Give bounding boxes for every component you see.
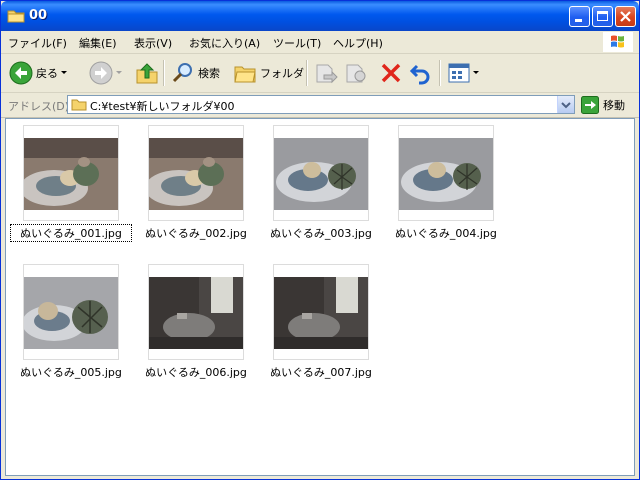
search-icon xyxy=(172,63,192,83)
explorer-window: 00 ファイル(F) 編集(E) 表示(V) お気に入り(A) ツール(T) ヘ… xyxy=(0,0,640,480)
back-button[interactable]: 戻る xyxy=(9,59,70,87)
menu-bar: ファイル(F) 編集(E) 表示(V) お気に入り(A) ツール(T) ヘルプ(… xyxy=(1,31,639,54)
up-folder-icon xyxy=(136,63,158,84)
go-arrow-icon xyxy=(581,96,599,114)
go-button[interactable]: 移動 xyxy=(581,96,625,114)
chevron-down-icon[interactable] xyxy=(113,61,125,85)
image-thumbnail[interactable] xyxy=(273,264,369,360)
folders-button[interactable]: フォルダ xyxy=(233,59,304,87)
undo-button[interactable] xyxy=(409,59,433,87)
toolbar-separator xyxy=(163,60,165,86)
menu-file[interactable]: ファイル(F) xyxy=(8,35,67,51)
window-title: 00 xyxy=(29,8,48,23)
up-folder-button[interactable] xyxy=(135,59,159,87)
file-item[interactable]: ぬいぐるみ_004.jpg xyxy=(386,125,497,255)
menu-edit[interactable]: 編集(E) xyxy=(79,35,117,51)
file-item[interactable]: ぬいぐるみ_003.jpg xyxy=(261,125,372,255)
toolbar: 戻る 検索 フォルダ xyxy=(1,54,639,93)
toolbar-separator xyxy=(439,60,441,86)
file-name[interactable]: ぬいぐるみ_001.jpg xyxy=(10,224,132,242)
menu-help[interactable]: ヘルプ(H) xyxy=(333,35,383,51)
copy-to-icon xyxy=(346,64,366,83)
delete-button[interactable] xyxy=(379,59,403,87)
copy-to-button[interactable] xyxy=(344,59,368,87)
image-thumbnail[interactable] xyxy=(148,125,244,221)
forward-arrow-icon xyxy=(89,61,113,85)
chevron-down-icon[interactable] xyxy=(58,61,70,85)
address-bar: アドレス(D) C:¥test¥新しいフォルダ¥00 移動 xyxy=(1,93,639,118)
move-to-icon xyxy=(316,64,338,84)
maximize-button[interactable] xyxy=(592,6,613,27)
title-bar[interactable]: 00 xyxy=(1,1,639,31)
folder-icon xyxy=(7,10,25,23)
folder-icon xyxy=(71,99,87,111)
file-item[interactable]: ぬいぐるみ_007.jpg xyxy=(261,264,372,394)
folder-icon xyxy=(234,66,256,83)
file-name[interactable]: ぬいぐるみ_006.jpg xyxy=(136,364,256,380)
back-label: 戻る xyxy=(36,67,58,80)
menu-tools[interactable]: ツール(T) xyxy=(273,35,321,51)
toolbar-separator xyxy=(306,60,308,86)
chevron-down-icon[interactable] xyxy=(471,61,481,85)
address-input[interactable]: C:¥test¥新しいフォルダ¥00 xyxy=(67,95,575,114)
file-name[interactable]: ぬいぐるみ_007.jpg xyxy=(261,364,381,380)
views-icon xyxy=(448,63,470,83)
maximize-icon xyxy=(597,11,608,21)
close-icon xyxy=(620,11,631,22)
chevron-down-icon xyxy=(561,102,571,109)
image-thumbnail[interactable] xyxy=(273,125,369,221)
address-label: アドレス(D) xyxy=(8,100,70,113)
image-thumbnail[interactable] xyxy=(23,264,119,360)
image-thumbnail[interactable] xyxy=(23,125,119,221)
search-label: 検索 xyxy=(198,67,220,80)
file-name[interactable]: ぬいぐるみ_005.jpg xyxy=(11,364,131,380)
folders-label: フォルダ xyxy=(260,67,304,80)
file-item[interactable]: ぬいぐるみ_006.jpg xyxy=(136,264,247,394)
move-to-button[interactable] xyxy=(314,59,338,87)
file-list-view[interactable]: ぬいぐるみ_001.jpg ぬいぐるみ_002.jpg ぬいぐるみ_003.jp… xyxy=(5,118,635,476)
file-item[interactable]: ぬいぐるみ_005.jpg xyxy=(11,264,122,394)
file-item[interactable]: ぬいぐるみ_001.jpg xyxy=(10,125,132,255)
file-item[interactable]: ぬいぐるみ_002.jpg xyxy=(136,125,247,255)
address-dropdown-button[interactable] xyxy=(557,96,574,113)
image-thumbnail[interactable] xyxy=(398,125,494,221)
menu-favorites[interactable]: お気に入り(A) xyxy=(189,35,260,51)
file-name[interactable]: ぬいぐるみ_003.jpg xyxy=(261,225,381,241)
views-button[interactable] xyxy=(447,59,481,87)
delete-icon xyxy=(381,63,401,83)
search-button[interactable]: 検索 xyxy=(171,59,220,87)
minimize-icon xyxy=(575,19,582,22)
windows-logo-icon xyxy=(603,32,633,52)
file-name[interactable]: ぬいぐるみ_004.jpg xyxy=(386,225,506,241)
undo-icon xyxy=(409,64,430,85)
minimize-button[interactable] xyxy=(569,6,590,27)
go-label: 移動 xyxy=(603,99,625,112)
close-button[interactable] xyxy=(615,6,636,27)
menu-view[interactable]: 表示(V) xyxy=(134,35,172,51)
address-path: C:¥test¥新しいフォルダ¥00 xyxy=(90,100,235,113)
forward-button[interactable] xyxy=(89,59,125,87)
image-thumbnail[interactable] xyxy=(148,264,244,360)
back-arrow-icon xyxy=(9,61,33,85)
file-name[interactable]: ぬいぐるみ_002.jpg xyxy=(136,225,256,241)
